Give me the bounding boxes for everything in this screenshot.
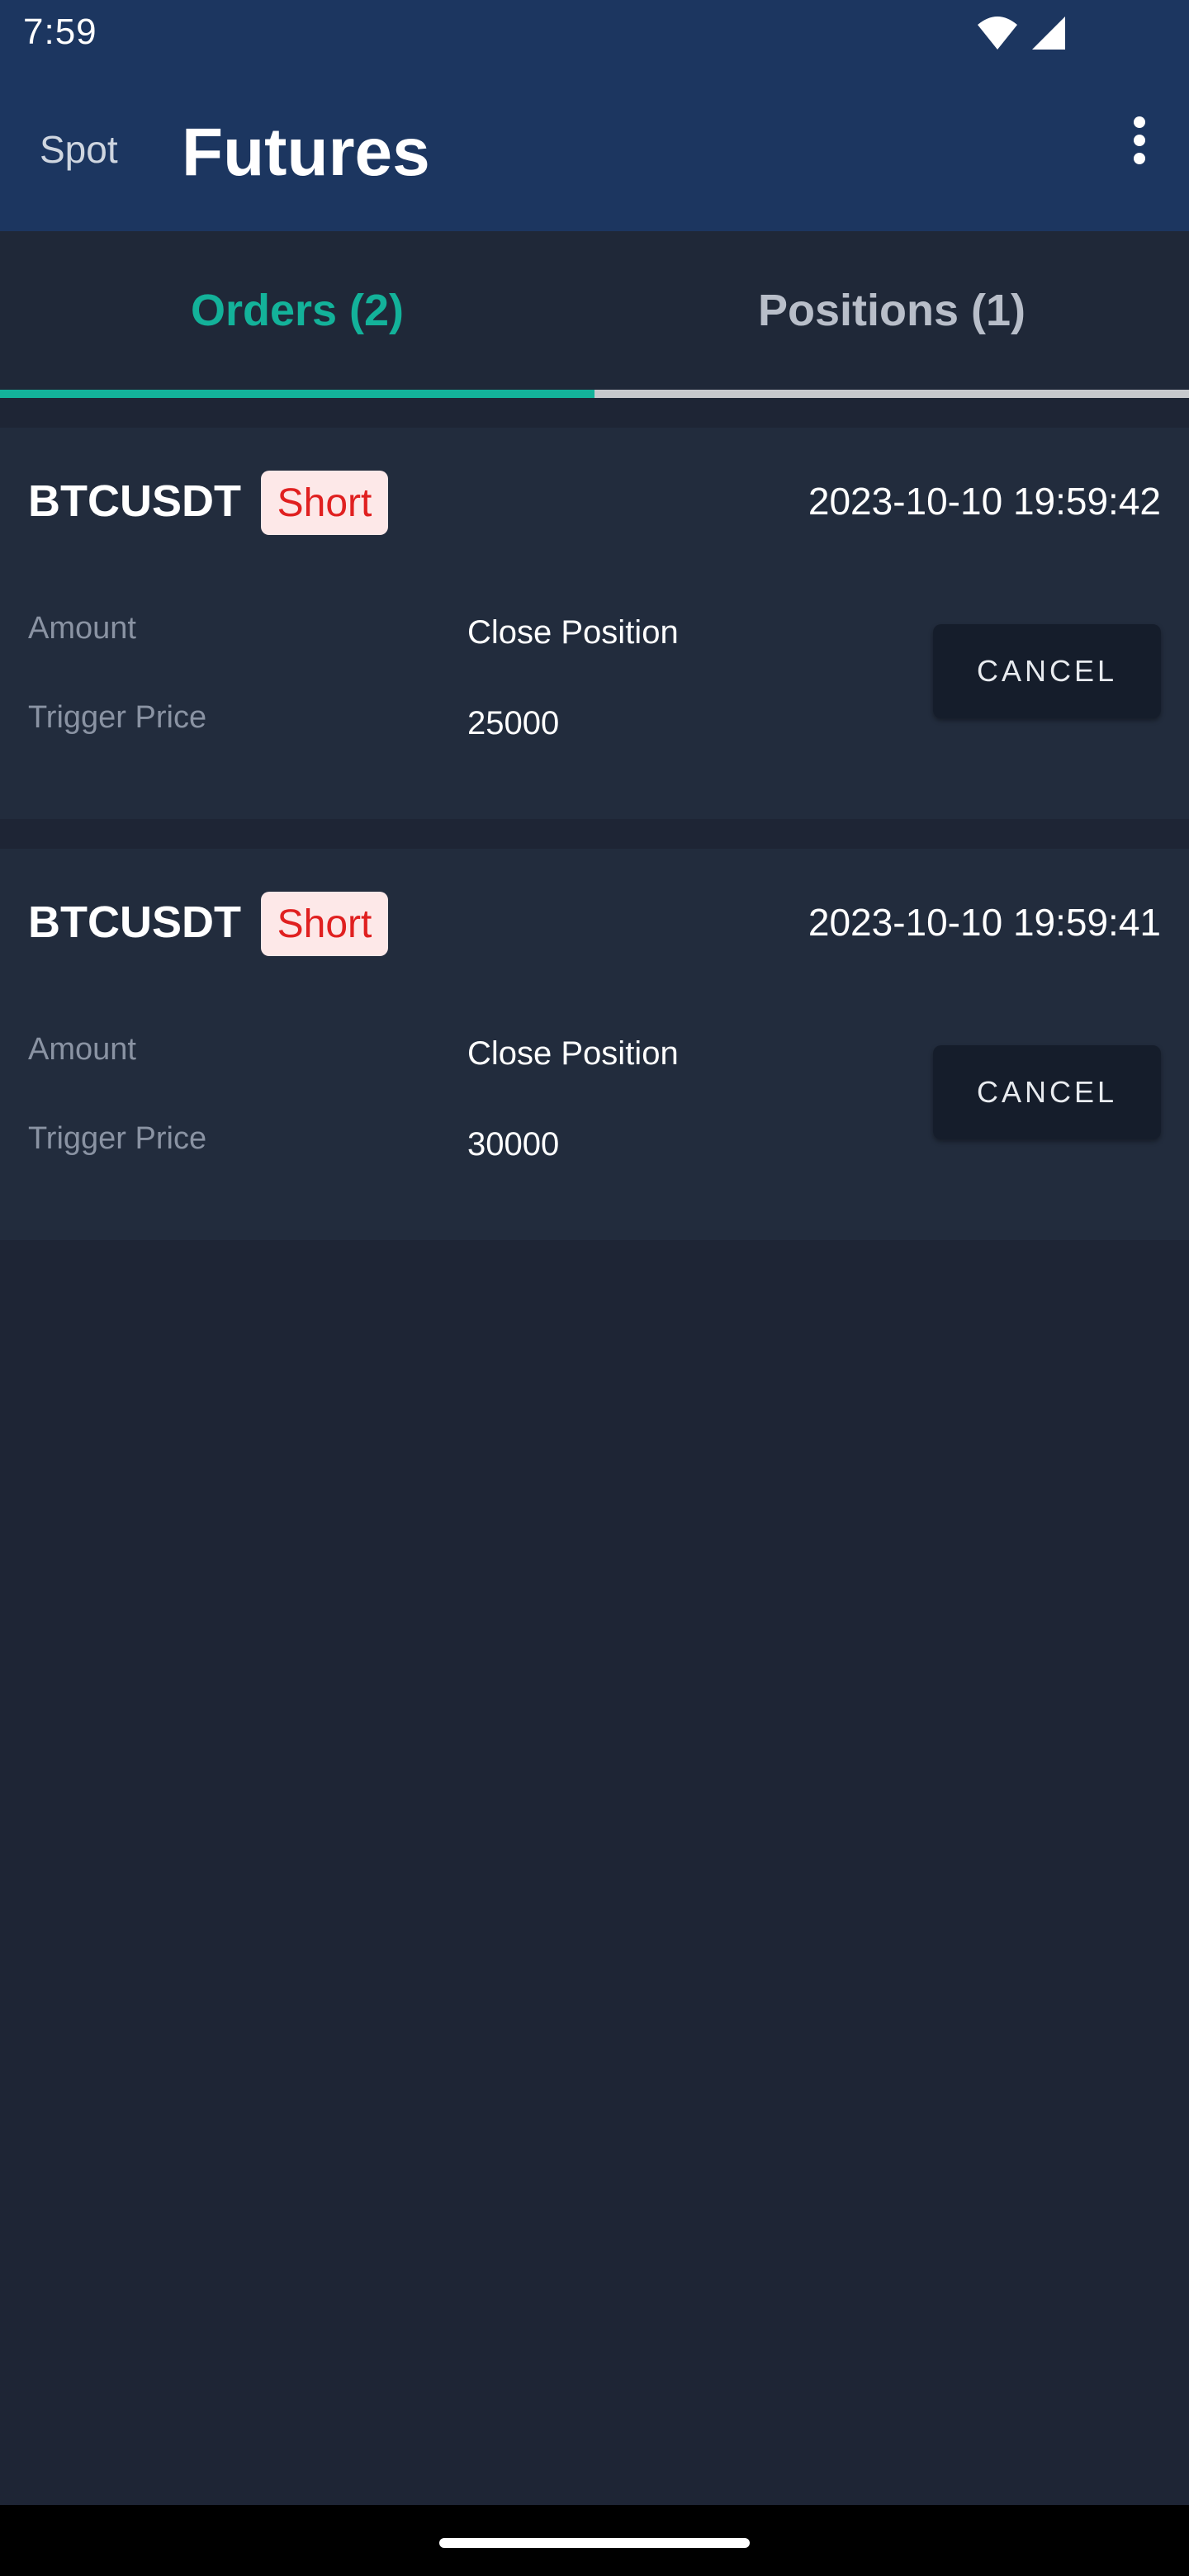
order-time: 2023-10-10 19:59:42 [808,480,1161,523]
trigger-price-value: 25000 [467,705,560,741]
header: 7:59 Spot Futures [0,0,1189,231]
order-symbol: BTCUSDT [28,476,241,526]
tab-indicator-track [0,390,1189,398]
cancel-button[interactable]: CANCEL [933,624,1161,718]
amount-value: Close Position [467,614,679,651]
order-symbol: BTCUSDT [28,897,241,947]
more-vert-icon [1131,116,1148,169]
trigger-price-label: Trigger Price [28,700,207,735]
trigger-price-value: 30000 [467,1126,560,1163]
app-bar: Spot Futures [0,69,1189,231]
page-title: Futures [182,115,430,190]
cellular-signal-icon [1030,15,1067,55]
side-badge: Short [261,892,388,956]
tab-orders[interactable]: Orders (2) [0,231,594,390]
tab-positions[interactable]: Positions (1) [594,231,1189,390]
amount-label: Amount [28,611,136,646]
status-time: 7:59 [23,12,97,52]
spot-link[interactable]: Spot [40,127,118,172]
side-badge: Short [261,471,388,535]
amount-value: Close Position [467,1035,679,1072]
orders-list: BTCUSDT Short 2023-10-10 19:59:42 Amount… [0,428,1189,1270]
system-nav-bar [0,2505,1189,2576]
home-indicator[interactable] [439,2538,750,2548]
tab-indicator [0,390,594,398]
tab-bar: Orders (2) Positions (1) [0,231,1189,398]
wifi-icon [976,15,1019,55]
status-bar: 7:59 [0,0,1189,69]
cancel-button[interactable]: CANCEL [933,1045,1161,1139]
more-options-button[interactable] [1106,109,1172,175]
status-icons [976,15,1067,54]
amount-label: Amount [28,1032,136,1067]
order-card: BTCUSDT Short 2023-10-10 19:59:41 Amount… [0,849,1189,1240]
trigger-price-label: Trigger Price [28,1121,207,1156]
order-card: BTCUSDT Short 2023-10-10 19:59:42 Amount… [0,428,1189,819]
order-time: 2023-10-10 19:59:41 [808,901,1161,944]
